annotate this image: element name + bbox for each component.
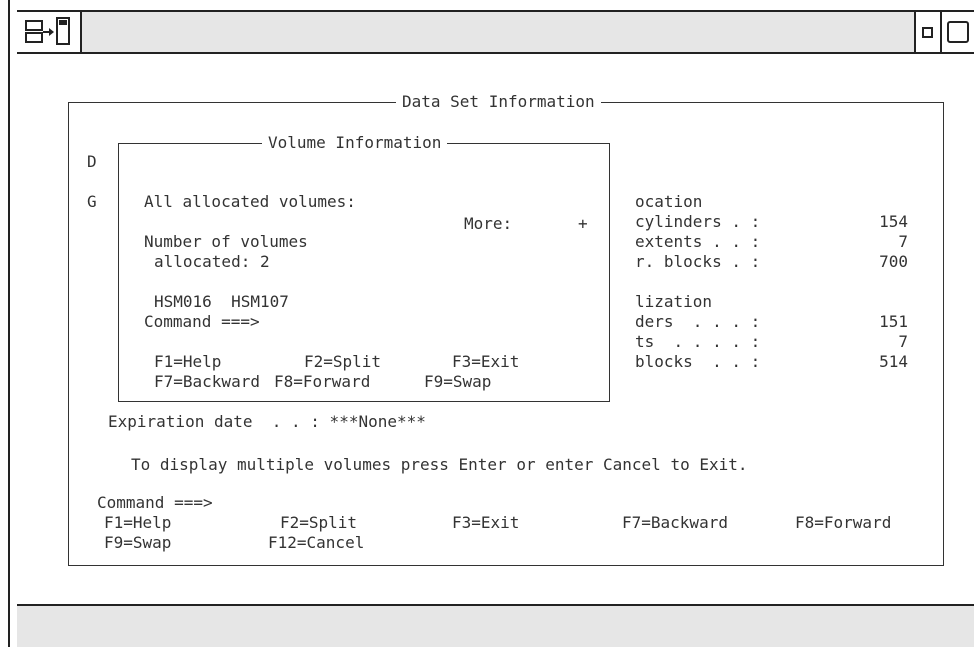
stat-value: 7 xyxy=(898,332,908,351)
stat-value: 151 xyxy=(879,312,908,331)
fkey-help[interactable]: F1=Help xyxy=(104,513,171,533)
left-letter-g: G xyxy=(87,192,97,211)
all-allocated-label: All allocated volumes: xyxy=(144,192,356,211)
more-indicator[interactable]: + xyxy=(578,214,588,234)
popup-fkey-swap[interactable]: F9=Swap xyxy=(424,372,491,392)
stat-value: 7 xyxy=(898,232,908,251)
more-label: More: xyxy=(464,214,513,233)
inner-panel-title: Volume Information xyxy=(262,133,448,153)
stat-label: ts . . . . : xyxy=(635,332,761,351)
instruction-text: To display multiple volumes press Enter … xyxy=(131,455,748,474)
popup-fkey-backward[interactable]: F7=Backward xyxy=(154,372,260,392)
stat-value: 700 xyxy=(879,252,908,271)
stat-label: cylinders . : xyxy=(635,212,761,231)
fkey-backward[interactable]: F7=Backward xyxy=(622,513,728,533)
popup-fkey-forward[interactable]: F8=Forward xyxy=(274,372,370,392)
fkey-forward[interactable]: F8=Forward xyxy=(795,513,891,533)
command-line[interactable]: Command ===> xyxy=(97,493,213,513)
stat-value: 514 xyxy=(879,352,908,371)
fkey-swap[interactable]: F9=Swap xyxy=(104,533,171,553)
number-of-volumes-label: Number of volumes xyxy=(144,232,308,251)
split-window-icon xyxy=(25,17,70,45)
minimize-icon xyxy=(922,27,933,38)
title-bar xyxy=(17,10,974,54)
stat-label: blocks . . : xyxy=(635,352,761,371)
fkey-cancel[interactable]: F12=Cancel xyxy=(268,533,364,553)
minimize-button[interactable] xyxy=(914,12,940,52)
popup-command-line[interactable]: Command ===> xyxy=(144,312,260,332)
fkey-split[interactable]: F2=Split xyxy=(280,513,357,533)
allocated-count: allocated: 2 xyxy=(154,252,270,271)
volume-list: HSM016 HSM107 xyxy=(154,292,289,311)
stat-label: r. blocks . : xyxy=(635,252,761,271)
status-bar xyxy=(17,604,974,647)
allocation-heading: ocation xyxy=(635,192,703,211)
utilization-heading: lization xyxy=(635,292,713,311)
maximize-button[interactable] xyxy=(940,12,974,52)
maximize-icon xyxy=(947,21,969,43)
stat-value: 154 xyxy=(879,212,908,231)
outer-panel-title: Data Set Information xyxy=(396,92,601,112)
split-window-button[interactable] xyxy=(17,12,82,52)
stat-label: ders . . . : xyxy=(635,312,761,331)
popup-fkey-split[interactable]: F2=Split xyxy=(304,352,381,372)
popup-fkey-exit[interactable]: F3=Exit xyxy=(452,352,519,372)
fkey-exit[interactable]: F3=Exit xyxy=(452,513,519,533)
expiration-date: Expiration date . . : ***None*** xyxy=(108,412,426,431)
popup-command-label: Command ===> xyxy=(144,312,260,331)
popup-fkey-help[interactable]: F1=Help xyxy=(154,352,221,372)
stat-label: extents . . : xyxy=(635,232,761,251)
command-label: Command ===> xyxy=(97,493,213,512)
left-letter-d: D xyxy=(87,152,97,171)
